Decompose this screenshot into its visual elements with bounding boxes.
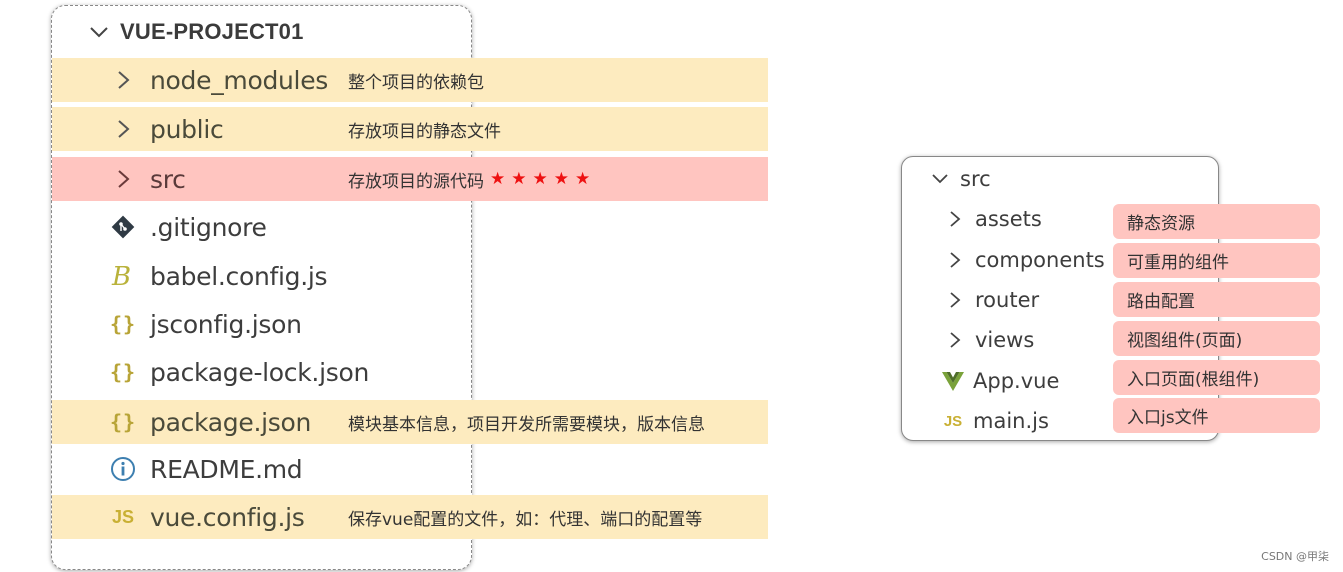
note-src: 存放项目的源代码 ★★★★★ bbox=[348, 157, 596, 201]
tree-item-public[interactable]: public bbox=[108, 107, 224, 151]
tag-assets: 静态资源 bbox=[1113, 204, 1320, 239]
tree-root-src[interactable]: src bbox=[928, 160, 991, 198]
watermark: CSDN @甲柒 bbox=[1261, 550, 1329, 563]
tree-item-vue-config[interactable]: JS vue.config.js bbox=[108, 495, 305, 539]
item-name: vue.config.js bbox=[150, 502, 305, 532]
src-root-label: src bbox=[960, 167, 991, 191]
tree-item-jsconfig[interactable]: {} jsconfig.json bbox=[108, 302, 302, 346]
info-icon bbox=[108, 454, 138, 484]
tree-root-vue-project01[interactable]: VUE-PROJECT01 bbox=[88, 14, 304, 50]
vue-icon bbox=[941, 369, 965, 393]
chevron-down-icon bbox=[928, 167, 952, 191]
tag-app-vue: 入口页面(根组件) bbox=[1113, 360, 1320, 395]
json-braces-icon: {} bbox=[109, 312, 137, 336]
item-name: .gitignore bbox=[150, 212, 267, 242]
chevron-right-icon bbox=[943, 288, 967, 312]
tree-item-node-modules[interactable]: node_modules bbox=[108, 58, 328, 102]
tree-item-gitignore[interactable]: .gitignore bbox=[108, 205, 267, 249]
chevron-right-icon bbox=[108, 114, 138, 144]
tree-item-babel-config[interactable]: B babel.config.js bbox=[108, 254, 328, 298]
tag-main-js: 入口js文件 bbox=[1113, 398, 1320, 433]
src-item-components[interactable]: components bbox=[943, 241, 1105, 279]
tree-item-src[interactable]: src bbox=[108, 157, 186, 201]
tree-item-readme[interactable]: README.md bbox=[108, 447, 303, 491]
item-name: public bbox=[150, 114, 224, 144]
tree-item-package-json[interactable]: {} package.json bbox=[108, 400, 311, 444]
tree-item-package-lock[interactable]: {} package-lock.json bbox=[108, 350, 369, 394]
chevron-down-icon bbox=[90, 27, 108, 38]
note-vue-config: 保存vue配置的文件，如：代理、端口的配置等 bbox=[348, 509, 703, 530]
git-icon bbox=[108, 212, 138, 242]
item-name: package.json bbox=[150, 407, 311, 437]
item-name: router bbox=[975, 288, 1040, 312]
item-name: src bbox=[150, 164, 186, 194]
svg-text:B: B bbox=[111, 262, 131, 290]
js-icon: JS bbox=[943, 412, 963, 430]
chevron-right-icon bbox=[943, 207, 967, 231]
item-name: jsconfig.json bbox=[150, 309, 302, 339]
note-public: 存放项目的静态文件 bbox=[348, 121, 501, 142]
item-name: babel.config.js bbox=[150, 261, 328, 291]
note-node-modules: 整个项目的依赖包 bbox=[348, 72, 484, 93]
json-braces-icon: {} bbox=[109, 410, 137, 434]
item-name: components bbox=[975, 248, 1105, 272]
note-package-json: 模块基本信息，项目开发所需要模块，版本信息 bbox=[348, 414, 705, 435]
src-item-views[interactable]: views bbox=[943, 321, 1034, 359]
item-name: package-lock.json bbox=[150, 357, 369, 387]
tag-views: 视图组件(页面) bbox=[1113, 321, 1320, 356]
project-root-label: VUE-PROJECT01 bbox=[120, 19, 304, 44]
js-icon: JS bbox=[111, 506, 135, 527]
item-name: node_modules bbox=[150, 65, 329, 95]
chevron-right-icon bbox=[108, 65, 138, 95]
item-name: views bbox=[975, 328, 1035, 352]
json-braces-icon: {} bbox=[109, 360, 137, 384]
babel-icon: B bbox=[108, 261, 138, 291]
chevron-right-icon bbox=[943, 248, 967, 272]
src-item-router[interactable]: router bbox=[943, 281, 1039, 319]
item-name: README.md bbox=[150, 454, 303, 484]
item-name: App.vue bbox=[973, 369, 1060, 393]
chevron-right-icon bbox=[108, 164, 138, 194]
src-item-main-js[interactable]: JS main.js bbox=[941, 402, 1049, 440]
src-item-assets[interactable]: assets bbox=[943, 200, 1042, 238]
item-name: main.js bbox=[973, 409, 1049, 433]
chevron-right-icon bbox=[943, 328, 967, 352]
tag-router: 路由配置 bbox=[1113, 282, 1320, 317]
src-item-app-vue[interactable]: App.vue bbox=[941, 362, 1059, 400]
item-name: assets bbox=[975, 207, 1042, 231]
star-rating-icon: ★★★★★ bbox=[490, 169, 597, 189]
tag-components: 可重用的组件 bbox=[1113, 243, 1320, 278]
note-text: 存放项目的源代码 bbox=[348, 171, 484, 192]
